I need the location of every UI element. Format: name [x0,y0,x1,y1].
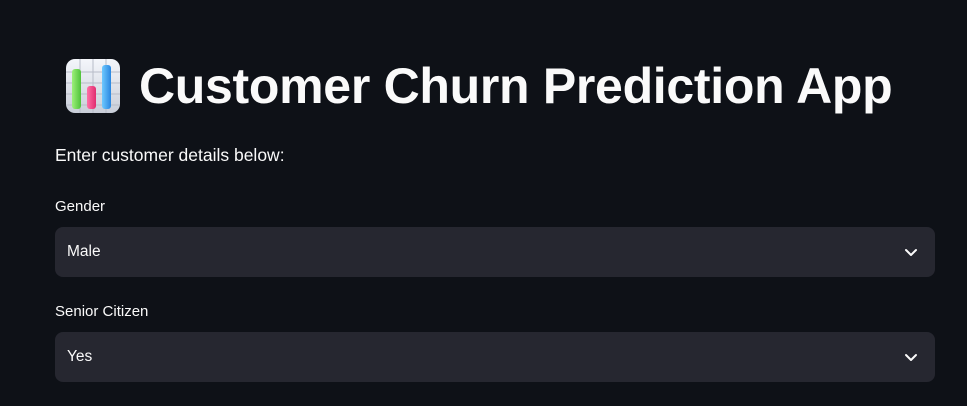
gender-selected-value: Male [67,243,101,260]
senior-citizen-selected-value: Yes [67,348,93,365]
gender-label: Gender [55,198,106,215]
chevron-down-icon[interactable] [903,244,919,260]
bar-chart-emoji-icon [66,59,120,113]
intro-text: Enter customer details below: [55,145,285,165]
page-header: Customer Churn Prediction App [63,54,893,118]
gender-select[interactable]: Male [55,227,935,277]
senior-citizen-label: Senior Citizen [55,303,149,320]
chevron-down-icon[interactable] [903,349,919,365]
senior-citizen-select[interactable]: Yes [55,332,935,382]
page-title: Customer Churn Prediction App [139,58,893,114]
